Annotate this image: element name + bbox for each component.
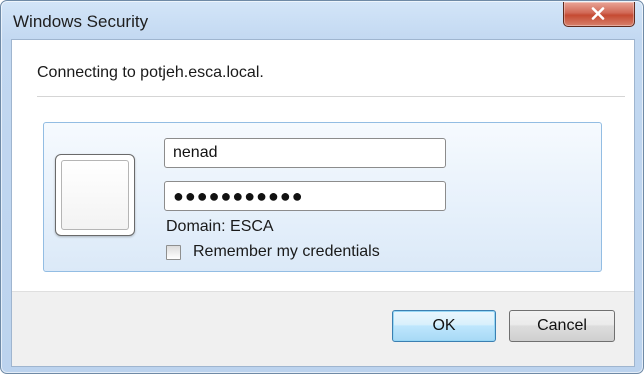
divider — [37, 96, 625, 97]
connecting-text: Connecting to potjeh.esca.local. — [37, 64, 264, 81]
close-button[interactable] — [563, 2, 635, 27]
windows-security-dialog: Windows Security Connecting to potjeh.es… — [0, 0, 644, 374]
user-tile-icon — [55, 154, 135, 236]
remember-credentials-label: Remember my credentials — [193, 243, 380, 260]
remember-credentials-checkbox[interactable] — [166, 245, 181, 260]
user-tile-frame — [61, 160, 129, 230]
cancel-button[interactable]: Cancel — [509, 310, 615, 342]
ok-button[interactable]: OK — [392, 310, 496, 342]
close-icon — [591, 7, 605, 20]
password-input[interactable] — [164, 181, 446, 211]
window-title: Windows Security — [13, 12, 149, 31]
username-input[interactable] — [164, 138, 446, 168]
credential-tile[interactable]: Domain: ESCA Remember my credentials — [43, 122, 602, 272]
domain-label: Domain: ESCA — [166, 218, 274, 235]
dialog-body: Connecting to potjeh.esca.local. Domain:… — [11, 39, 635, 367]
